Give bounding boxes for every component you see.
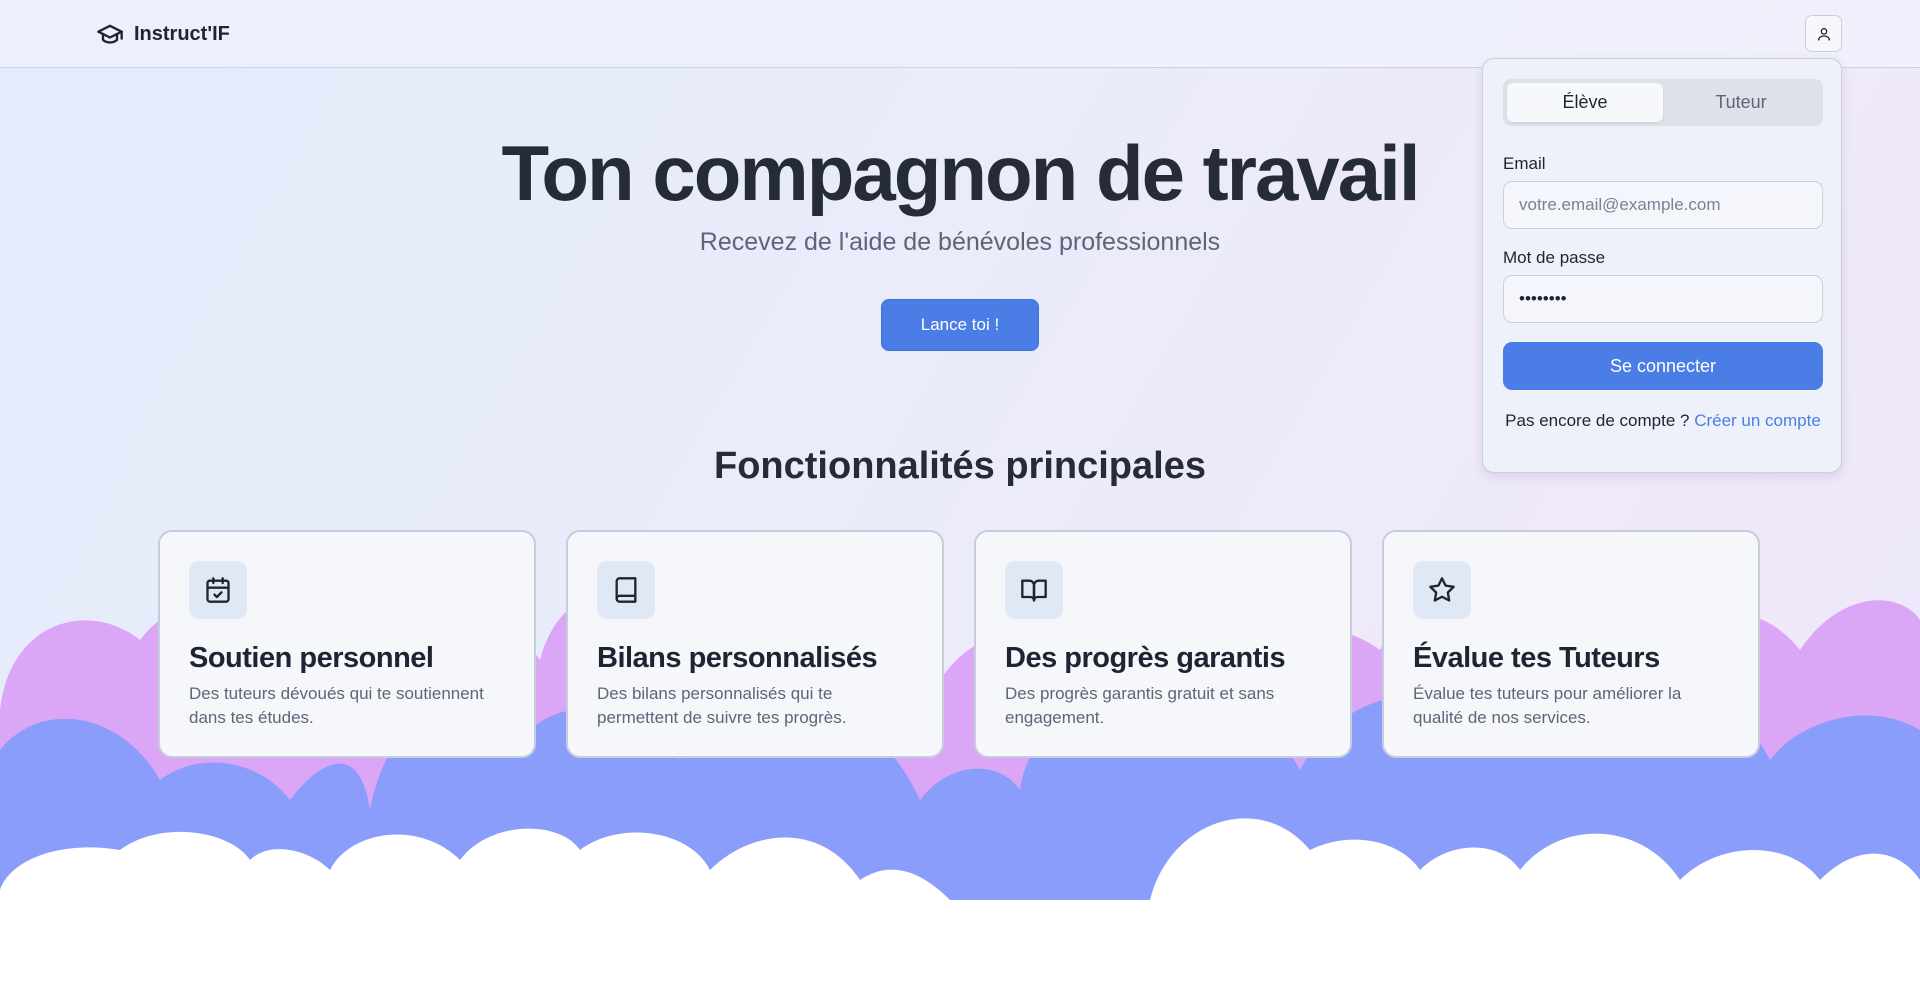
- tab-eleve[interactable]: Élève: [1507, 83, 1663, 122]
- icon-box: [1005, 561, 1063, 619]
- icon-box: [1413, 561, 1471, 619]
- feature-description: Des bilans personnalisés qui te permette…: [597, 684, 847, 727]
- feature-description: Évalue tes tuteurs pour améliorer la qua…: [1413, 684, 1682, 727]
- signup-row: Pas encore de compte ? Créer un compte: [1483, 411, 1843, 431]
- brand-name: Instruct'IF: [134, 22, 230, 45]
- feature-title: Des progrès garantis: [1005, 642, 1286, 674]
- book-open-icon: [1021, 579, 1047, 602]
- graduation-cap-icon: [97, 24, 123, 44]
- tab-tuteur[interactable]: Tuteur: [1663, 83, 1819, 122]
- feature-card: Des progrès garantis Des progrès garanti…: [974, 530, 1352, 758]
- feature-description: Des tuteurs dévoués qui te soutiennent d…: [189, 684, 484, 727]
- login-button[interactable]: Se connecter: [1503, 342, 1823, 390]
- brand[interactable]: Instruct'IF: [96, 20, 230, 48]
- email-field[interactable]: [1503, 181, 1823, 229]
- calendar-check-icon: [206, 577, 230, 603]
- feature-title: Bilans personnalisés: [597, 642, 878, 674]
- create-account-link[interactable]: Créer un compte: [1694, 411, 1821, 430]
- email-label: Email: [1503, 154, 1546, 173]
- feature-card: Soutien personnel Des tuteurs dévoués qu…: [158, 530, 536, 758]
- signup-prompt: Pas encore de compte ?: [1505, 411, 1690, 430]
- star-icon: [1429, 577, 1455, 602]
- role-tabs: Élève Tuteur: [1503, 79, 1823, 126]
- login-panel: Élève Tuteur Email Mot de passe Se conne…: [1482, 58, 1842, 473]
- icon-box: [597, 561, 655, 619]
- password-label: Mot de passe: [1503, 248, 1606, 267]
- cta-button[interactable]: Lance toi !: [881, 299, 1039, 351]
- user-icon: [1817, 27, 1830, 41]
- password-field[interactable]: [1503, 275, 1823, 323]
- feature-card: Évalue tes Tuteurs Évalue tes tuteurs po…: [1382, 530, 1760, 758]
- book-icon: [615, 577, 637, 603]
- feature-title: Évalue tes Tuteurs: [1413, 642, 1660, 674]
- feature-card: Bilans personnalisés Des bilans personna…: [566, 530, 944, 758]
- feature-description: Des progrès garantis gratuit et sans eng…: [1005, 684, 1275, 727]
- icon-box: [189, 561, 247, 619]
- user-menu-button[interactable]: [1805, 15, 1842, 52]
- feature-title: Soutien personnel: [189, 642, 434, 674]
